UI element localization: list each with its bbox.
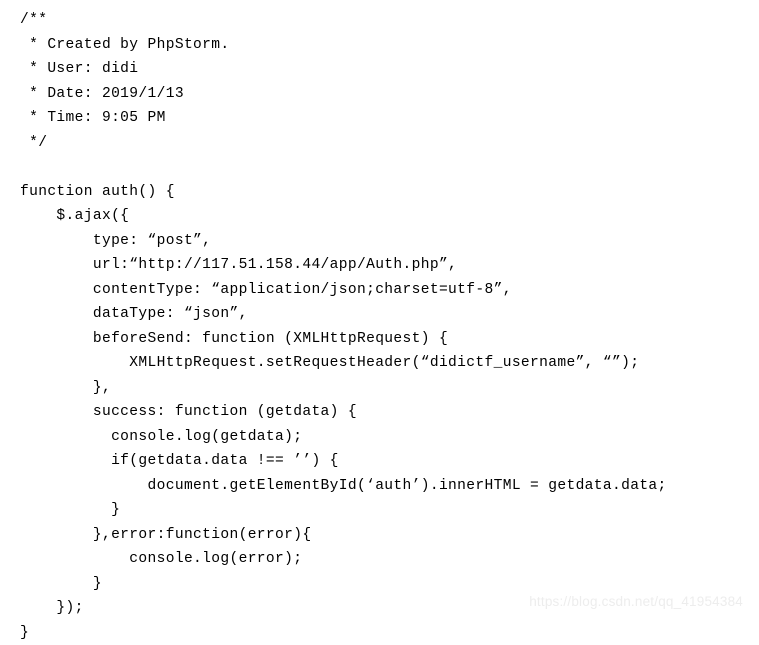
code-line: XMLHttpRequest.setRequestHeader(“didictf… [0,351,759,376]
code-line: /** [0,8,759,33]
code-line: } [0,498,759,523]
code-line: if(getdata.data !== ’’) { [0,449,759,474]
code-line: $.ajax({ [0,204,759,229]
code-line: }, [0,376,759,401]
code-line: * Created by PhpStorm. [0,33,759,58]
code-line: url:“http://117.51.158.44/app/Auth.php”, [0,253,759,278]
code-line: document.getElementById(‘auth’).innerHTM… [0,474,759,499]
code-line: console.log(error); [0,547,759,572]
code-line: * Time: 9:05 PM [0,106,759,131]
code-line [0,155,759,180]
code-line: */ [0,131,759,156]
code-line: * Date: 2019/1/13 [0,82,759,107]
code-line: dataType: “json”, [0,302,759,327]
code-line: beforeSend: function (XMLHttpRequest) { [0,327,759,352]
code-line: } [0,572,759,597]
code-line: * User: didi [0,57,759,82]
code-line: type: “post”, [0,229,759,254]
code-line: function auth() { [0,180,759,205]
code-line: },error:function(error){ [0,523,759,548]
code-line: console.log(getdata); [0,425,759,450]
code-listing: /** * Created by PhpStorm. * User: didi … [0,0,759,645]
code-line: contentType: “application/json;charset=u… [0,278,759,303]
code-line: } [0,621,759,645]
code-line: success: function (getdata) { [0,400,759,425]
watermark-text: https://blog.csdn.net/qq_41954384 [529,594,743,609]
